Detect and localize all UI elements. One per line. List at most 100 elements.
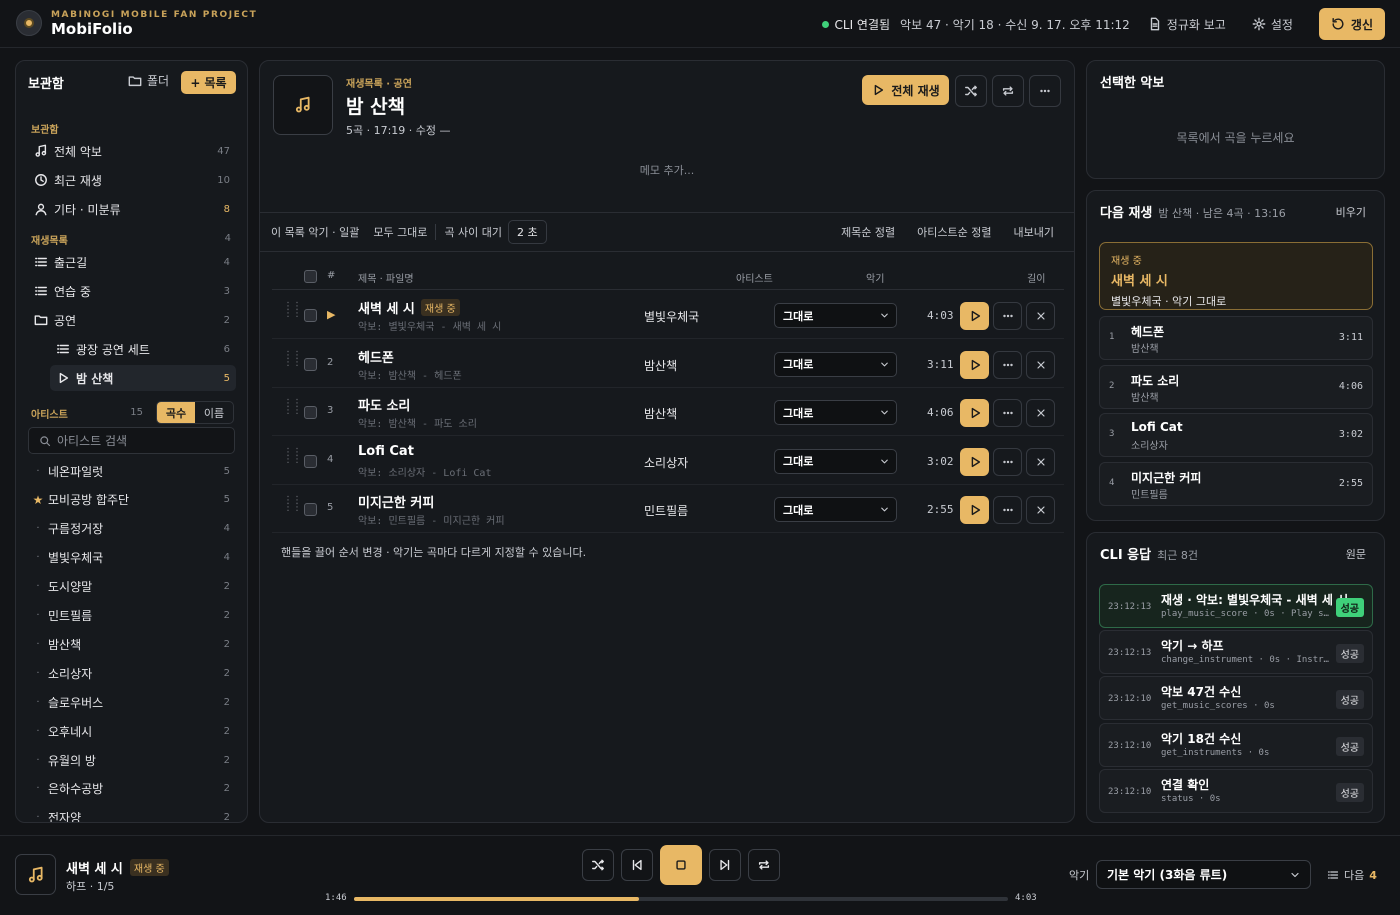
artist-item[interactable]: · 유월의 방 2 [28,747,236,773]
artist-item[interactable]: · 구름정거장 4 [28,516,236,542]
repeat-button[interactable] [992,75,1024,107]
track-remove-button[interactable] [1026,447,1055,476]
track-instrument-select[interactable]: 그대로 [774,448,897,474]
sidebar-item-recent[interactable]: 최근 재생 10 [28,167,236,193]
row-checkbox[interactable] [304,309,317,322]
player-shuffle-button[interactable] [582,849,614,881]
track-remove-button[interactable] [1026,399,1055,428]
new-playlist-button[interactable]: + 목록 [181,71,236,94]
player-next-button[interactable] [709,849,741,881]
up-next-toggle[interactable]: 다음 4 [1327,867,1377,883]
artist-item[interactable]: · 별빛우체국 4 [28,545,236,571]
table-row[interactable]: ⋮⋮ ⋮⋮ 3 파도 소리 악보: 밤산책 - 파도 소리 밤산책 그대로 4:06 [272,388,1064,437]
drag-handle-icon[interactable]: ⋮⋮ ⋮⋮ [283,350,302,367]
play-all-button[interactable]: 전체 재생 [862,75,949,105]
track-more-button[interactable] [993,496,1022,525]
sidebar-item-playlist-night-walk[interactable]: 밤 산책 5 [50,365,236,391]
artist-item[interactable]: · 오후네시 2 [28,718,236,744]
gap-seconds-input[interactable]: 2 초 [508,220,547,244]
select-all-checkbox[interactable] [304,270,317,283]
bulk-instrument-button[interactable]: 이 목록 악기 · 일괄 [271,224,359,240]
cli-log-item[interactable]: 23:12:10 연결 확인 status · 0s 성공 [1099,768,1373,813]
more-options-button[interactable] [1029,75,1061,107]
table-row[interactable]: ⋮⋮ ⋮⋮ 4 Lofi Cat 악보: 소리상자 - Lofi Cat 소리상자 그대로 3… [272,437,1064,485]
artist-item[interactable]: · 전자양 2 [28,805,236,822]
track-remove-button[interactable] [1026,302,1055,330]
track-more-button[interactable] [993,447,1022,476]
player-track-title: 새벽 세 시 재생 중 [66,858,169,877]
player-stop-button[interactable] [660,845,702,885]
shuffle-button[interactable] [955,75,987,107]
track-instrument-select[interactable]: 그대로 [774,497,897,523]
row-checkbox[interactable] [304,406,317,420]
artist-item[interactable]: · 도시양말 2 [28,574,236,600]
column-title: 제목 · 파일명 [358,274,414,285]
sort-by-title-button[interactable]: 제목순 정렬 [841,224,895,240]
track-play-button[interactable] [960,399,989,428]
track-instrument-select[interactable]: 그대로 [774,351,897,377]
track-instrument-select[interactable]: 그대로 [774,400,897,426]
artist-item[interactable]: · 네온파일럿 5 [28,458,236,484]
artist-item[interactable]: · 은하수공방 2 [28,776,236,802]
cli-log-item[interactable]: 23:12:10 악보 47건 수신 get_music_scores · 0s 성공 [1099,676,1373,721]
artist-search-input[interactable]: 아티스트 검색 [28,427,235,454]
sidebar-item-folder-performance[interactable]: 공연 2 [28,307,236,333]
clear-queue-button[interactable]: 비우기 [1336,204,1366,220]
sidebar-item-all-scores[interactable]: 전체 악보 47 [28,138,236,164]
artist-item[interactable]: · 민트필름 2 [28,603,236,629]
queue-item[interactable]: 3 Lofi Cat 소리상자 3:02 [1099,413,1373,458]
queue-item[interactable]: 2 파도 소리 밤산책 4:06 [1099,364,1373,409]
progress-slider[interactable] [354,897,1008,901]
sort-by-artist-button[interactable]: 아티스트순 정렬 [917,224,991,240]
drag-handle-icon[interactable]: ⋮⋮ ⋮⋮ [283,399,302,416]
raw-output-button[interactable]: 원문 [1346,546,1366,562]
player-previous-button[interactable] [621,849,653,881]
track-play-button[interactable] [960,496,989,525]
artist-item[interactable]: ★ 모비공방 합주단 5 [28,487,236,513]
table-row[interactable]: ⋮⋮ ⋮⋮ ▶ 새벽 세 시 재생 중 악보: 별빛우체국 - 새벽 세 시 별빛우체국 그대… [272,291,1064,339]
connection-status: CLI 연결됨 [834,17,891,32]
sidebar-item-playlist-practice[interactable]: 연습 중 3 [28,278,236,304]
track-play-button[interactable] [960,447,989,476]
new-folder-button[interactable]: 폴더 [128,72,169,89]
track-play-button[interactable] [960,350,989,379]
refresh-button[interactable]: 갱신 [1318,8,1385,40]
track-remove-button[interactable] [1026,496,1055,525]
now-playing-card[interactable]: 재생 중 새벽 세 시 별빛우체국 · 악기 그대로 [1099,242,1373,310]
drag-handle-icon[interactable]: ⋮⋮ ⋮⋮ [283,496,302,513]
track-remove-button[interactable] [1026,350,1055,379]
sidebar-item-uncategorized[interactable]: 기타 · 미분류 8 [28,196,236,222]
instrument-select[interactable]: 기본 악기 (3화음 류트) [1096,860,1311,889]
queue-item[interactable]: 1 헤드폰 밤산책 3:11 [1099,316,1373,360]
track-more-button[interactable] [993,350,1022,379]
artist-item[interactable]: · 소리상자 2 [28,660,236,686]
row-checkbox[interactable] [304,454,317,468]
all-default-button[interactable]: 모두 그대로 [373,224,427,240]
sidebar-item-playlist-plaza-set[interactable]: 광장 공연 세트 6 [50,336,236,362]
row-checkbox[interactable] [304,503,317,517]
artist-item[interactable]: · 슬로우버스 2 [28,689,236,715]
player-repeat-button[interactable] [748,849,780,881]
drag-handle-icon[interactable]: ⋮⋮ ⋮⋮ [283,302,302,319]
track-more-button[interactable] [993,399,1022,428]
track-more-button[interactable] [993,302,1022,330]
drag-handle-icon[interactable]: ⋮⋮ ⋮⋮ [283,447,302,464]
sort-by-count-button[interactable]: 곡수 [157,402,195,423]
cli-log-item[interactable]: 23:12:10 악기 18건 수신 get_instruments · 0s 성공 [1099,722,1373,767]
table-row[interactable]: ⋮⋮ ⋮⋮ 5 미지근한 커피 악보: 민트필름 - 미지근한 커피 민트필름 그대로 2:5… [272,485,1064,534]
memo-input[interactable]: 메모 추가... [260,162,1074,178]
cli-log-item[interactable]: 23:12:13 악기 → 하프 change_instrument · 0s · … [1099,630,1373,675]
cli-log-item[interactable]: 23:12:13 재생 · 악보: 별빛우체국 - 새벽 세 시 play_musi… [1099,584,1373,628]
sidebar-item-playlist-commute[interactable]: 출근길 4 [28,249,236,275]
normalize-report-button[interactable]: 정규화 보고 [1148,16,1226,33]
export-button[interactable]: 내보내기 [1014,224,1054,240]
track-instrument-select[interactable]: 그대로 [774,303,897,328]
settings-button[interactable]: 설정 [1252,16,1293,33]
track-play-button[interactable] [960,302,989,330]
sort-by-name-button[interactable]: 이름 [195,402,233,423]
artist-count: 4 [223,552,230,564]
table-row[interactable]: ⋮⋮ ⋮⋮ 2 헤드폰 악보: 밤산책 - 헤드폰 밤산책 그대로 3:11 [272,340,1064,388]
row-checkbox[interactable] [304,357,317,371]
artist-item[interactable]: · 밤산책 2 [28,631,236,657]
queue-item[interactable]: 4 미지근한 커피 민트필름 2:55 [1099,462,1373,507]
